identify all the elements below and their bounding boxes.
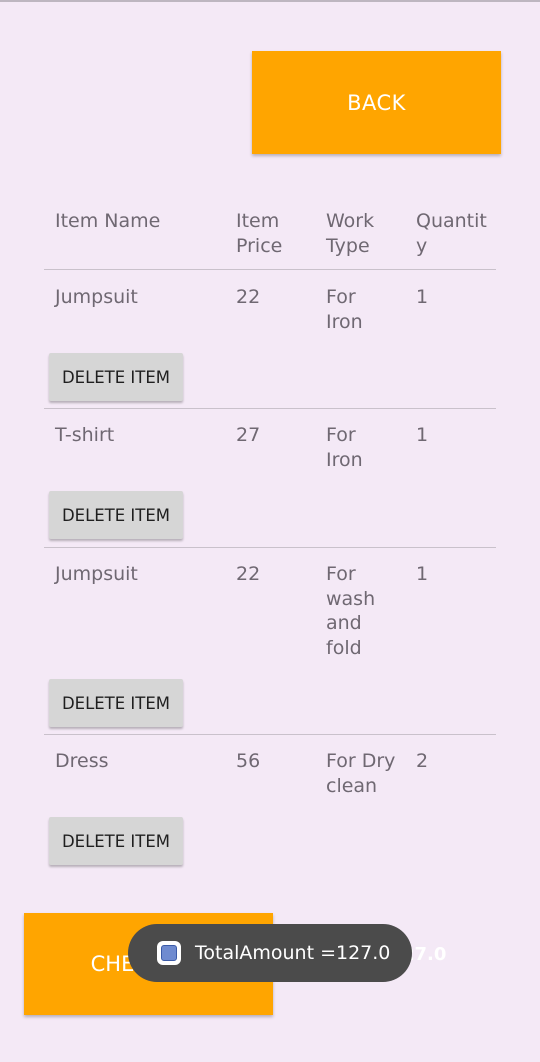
item-quantity: 2 [416,750,429,772]
row-divider [44,547,496,548]
app-icon [157,941,181,965]
work-type-line: and [326,612,362,634]
work-type-line: fold [326,636,362,659]
header-work-type-line2: Type [326,234,370,257]
row-divider [44,408,496,409]
work-type-line: clean [326,774,378,797]
work-type-line: For [326,424,356,446]
header-item-price-line2: Price [236,234,283,257]
work-type-line: Iron [326,310,363,333]
item-price: 27 [236,424,261,446]
item-name: T-shirt [55,424,115,446]
work-type-line: Iron [326,448,363,471]
work-type-line: For [326,563,356,585]
work-type-line: For Dry [326,750,396,772]
header-quantity-line2: y [416,234,428,257]
header-quantity-line1: Quantit [416,210,487,232]
work-type-line: wash [326,587,376,610]
work-type-line: For [326,286,356,308]
back-button[interactable]: BACK [252,51,501,154]
item-price: 56 [236,750,261,772]
delete-item-button[interactable]: DELETE ITEM [49,491,183,539]
item-quantity: 1 [416,424,429,446]
header-item-price-line1: Item [236,210,280,232]
header-work-type: Work Type [326,209,374,258]
header-item-price: Item Price [236,209,282,258]
total-amount-toast: TotalAmount =127.0 [128,924,412,982]
item-price: 22 [236,286,261,308]
work-type: For wash and fold [326,562,375,660]
work-type: For Iron [326,285,363,334]
item-name: Jumpsuit [55,286,138,308]
item-name: Dress [55,750,109,772]
work-type: For Iron [326,423,363,472]
item-price: 22 [236,563,261,585]
table-divider [44,269,496,270]
header-work-type-line1: Work [326,210,375,232]
row-divider [44,734,496,735]
header-item-name-line: Item Name [55,210,161,232]
item-quantity: 1 [416,563,429,585]
header-item-name: Item Name [55,209,160,234]
toast-text: TotalAmount =127.0 [195,942,391,964]
delete-item-button[interactable]: DELETE ITEM [49,679,183,727]
status-divider [0,0,540,2]
work-type: For Dry clean [326,749,395,798]
delete-item-button[interactable]: DELETE ITEM [49,817,183,865]
item-name: Jumpsuit [55,563,138,585]
header-quantity: Quantit y [416,209,487,258]
delete-item-button[interactable]: DELETE ITEM [49,353,183,401]
item-quantity: 1 [416,286,429,308]
app-icon-inner [161,945,177,961]
